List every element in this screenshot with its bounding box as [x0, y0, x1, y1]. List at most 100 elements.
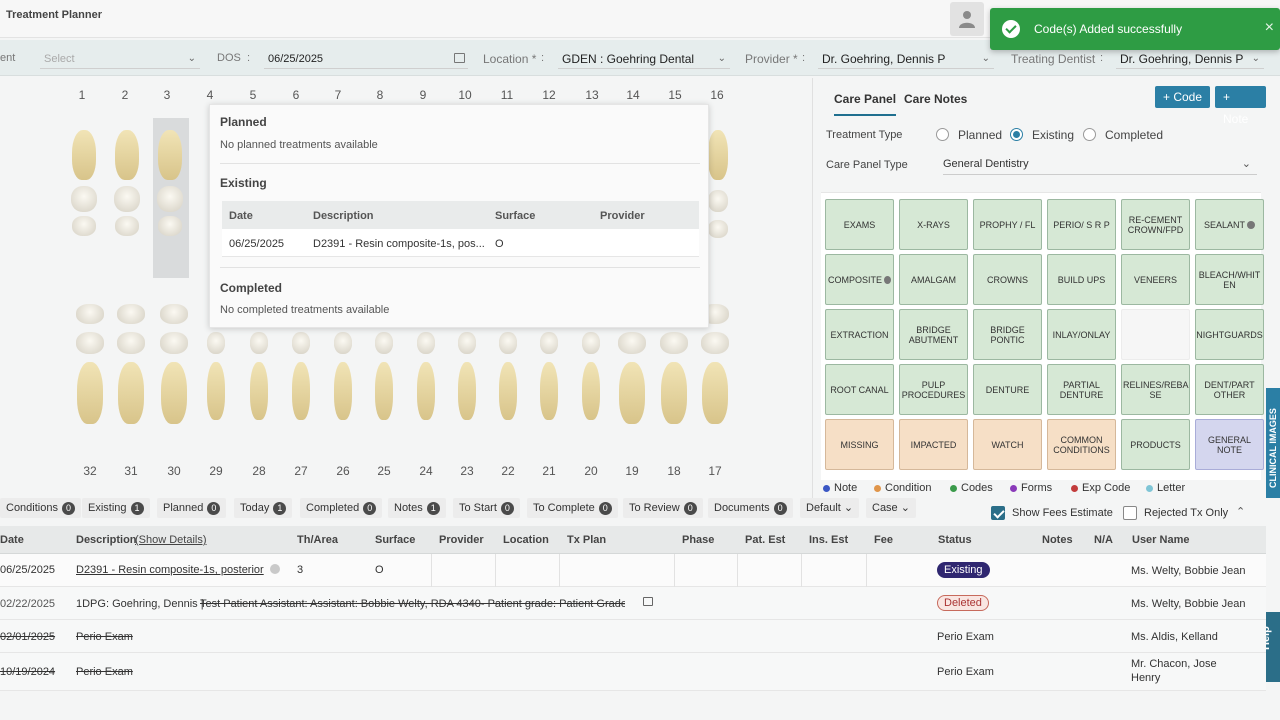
table-row[interactable]: 06/25/2025 D2391 - Resin composite-1s, p… [0, 554, 1266, 587]
care-button-dent-part-other[interactable]: DENT/PART OTHER [1195, 364, 1264, 415]
lower-tooth-root[interactable] [540, 362, 558, 420]
treating-dentist-select[interactable]: Dr. Goehring, Dennis P ⌄ [1116, 49, 1264, 69]
chip-to-review[interactable]: To Review 0 [623, 498, 703, 518]
show-details-link[interactable]: (Show Details) [135, 534, 207, 546]
tooth-number-lower[interactable]: 19 [622, 464, 642, 478]
lower-tooth-crown[interactable] [375, 332, 393, 354]
table-row[interactable]: 02/22/2025 1DPG: Goehring, Dennis | Test… [0, 587, 1266, 620]
upper-tooth-crown[interactable] [115, 216, 139, 236]
lower-tooth-root[interactable] [77, 362, 103, 424]
tooth-number-lower[interactable]: 26 [333, 464, 353, 478]
tooth-number-upper[interactable]: 3 [157, 88, 177, 102]
care-button-build-ups[interactable]: BUILD UPS [1047, 254, 1116, 305]
care-button-x-rays[interactable]: X-RAYS [899, 199, 968, 250]
care-button-bleach-whit-en[interactable]: BLEACH/WHIT EN [1195, 254, 1264, 305]
tooth-number-lower[interactable]: 22 [498, 464, 518, 478]
upper-tooth-root[interactable] [158, 130, 182, 180]
care-button-bridge-abutment[interactable]: BRIDGE ABUTMENT [899, 309, 968, 360]
upper-tooth-crown[interactable] [158, 216, 182, 236]
radio-completed[interactable] [1083, 128, 1096, 141]
tooth-number-lower[interactable]: 20 [581, 464, 601, 478]
upper-tooth-crown[interactable] [157, 186, 183, 212]
lower-tooth-crown[interactable] [334, 332, 352, 354]
care-button-partial-denture[interactable]: PARTIAL DENTURE [1047, 364, 1116, 415]
care-button-composite[interactable]: COMPOSITE [825, 254, 894, 305]
info-icon[interactable] [884, 275, 891, 284]
table-row[interactable]: 10/19/2024 Perio Exam Perio Exam Mr. Cha… [0, 653, 1266, 691]
lower-tooth-root[interactable] [334, 362, 352, 420]
tooth-number-upper[interactable]: 4 [200, 88, 220, 102]
dos-date-input[interactable]: 06/25/2025 [264, 49, 468, 69]
lower-tooth-crown[interactable] [117, 304, 145, 324]
care-button-sealant[interactable]: SEALANT [1195, 199, 1264, 250]
care-button-amalgam[interactable]: AMALGAM [899, 254, 968, 305]
lower-tooth-crown[interactable] [618, 332, 646, 354]
tab-care-notes[interactable]: Care Notes [904, 92, 967, 106]
radio-planned[interactable] [936, 128, 949, 141]
care-panel-type-select[interactable]: General Dentistry ⌄ [943, 153, 1257, 175]
calendar-icon[interactable] [454, 53, 465, 63]
tooth-number-upper[interactable]: 2 [115, 88, 135, 102]
rejected-tx-checkbox[interactable] [1123, 506, 1137, 520]
chip-to-start[interactable]: To Start 0 [453, 498, 520, 518]
care-button-prophy-fl[interactable]: PROPHY / FL [973, 199, 1042, 250]
lower-tooth-root[interactable] [458, 362, 476, 420]
care-button-extraction[interactable]: EXTRACTION [825, 309, 894, 360]
appointment-select[interactable]: Select ⌄ [40, 49, 200, 69]
lower-tooth-crown[interactable] [76, 332, 104, 354]
case-dropdown[interactable]: Case ⌄ [866, 498, 916, 518]
lower-tooth-crown[interactable] [499, 332, 517, 354]
tooth-number-upper[interactable]: 9 [413, 88, 433, 102]
add-code-button[interactable]: + Code [1155, 86, 1211, 108]
show-fees-checkbox[interactable] [991, 506, 1005, 520]
care-button-nightguards[interactable]: NIGHTGUARDS [1195, 309, 1264, 360]
upper-tooth-root[interactable] [115, 130, 139, 180]
lower-tooth-crown[interactable] [117, 332, 145, 354]
care-button-missing[interactable]: MISSING [825, 419, 894, 470]
care-button-perio-s-r-p[interactable]: PERIO/ S R P [1047, 199, 1116, 250]
provider-select[interactable]: Dr. Goehring, Dennis P ⌄ [818, 49, 994, 69]
tooth-number-upper[interactable]: 5 [243, 88, 263, 102]
care-button-pulp-procedures[interactable]: PULP PROCEDURES [899, 364, 968, 415]
chip-completed[interactable]: Completed 0 [300, 498, 383, 518]
tooth-number-upper[interactable]: 12 [539, 88, 559, 102]
care-button-bridge-pontic[interactable]: BRIDGE PONTIC [973, 309, 1042, 360]
tooth-number-lower[interactable]: 17 [705, 464, 725, 478]
care-button-general-note[interactable]: GENERAL NOTE [1195, 419, 1264, 470]
tooth-number-lower[interactable]: 18 [664, 464, 684, 478]
tooth-number-lower[interactable]: 31 [121, 464, 141, 478]
user-avatar[interactable] [950, 2, 984, 36]
lower-tooth-crown[interactable] [76, 304, 104, 324]
radio-existing[interactable] [1010, 128, 1023, 141]
default-dropdown[interactable]: Default ⌄ [800, 498, 860, 518]
chip-planned[interactable]: Planned 0 [157, 498, 227, 518]
lower-tooth-root[interactable] [661, 362, 687, 424]
tooth-number-upper[interactable]: 16 [707, 88, 727, 102]
care-button-exams[interactable]: EXAMS [825, 199, 894, 250]
chip-to-complete[interactable]: To Complete 0 [527, 498, 618, 518]
lower-tooth-crown[interactable] [701, 332, 729, 354]
upper-tooth-crown[interactable] [72, 216, 96, 236]
lower-tooth-crown[interactable] [207, 332, 225, 354]
col-date[interactable]: Date [0, 534, 24, 546]
upper-tooth-root[interactable] [72, 130, 96, 180]
care-button-impacted[interactable]: IMPACTED [899, 419, 968, 470]
location-select[interactable]: GDEN : Goehring Dental ⌄ [558, 49, 730, 69]
tooth-number-upper[interactable]: 15 [665, 88, 685, 102]
upper-tooth-crown[interactable] [708, 220, 728, 238]
care-button-denture[interactable]: DENTURE [973, 364, 1042, 415]
close-icon[interactable]: × [1265, 19, 1274, 37]
care-button-crowns[interactable]: CROWNS [973, 254, 1042, 305]
chip-today[interactable]: Today 1 [234, 498, 293, 518]
lower-tooth-root[interactable] [161, 362, 187, 424]
info-icon[interactable] [270, 564, 280, 574]
care-button-watch[interactable]: WATCH [973, 419, 1042, 470]
tooth-number-lower[interactable]: 29 [206, 464, 226, 478]
table-row[interactable]: 02/01/2025 Perio Exam Perio Exam Ms. Ald… [0, 620, 1266, 653]
tooth-number-lower[interactable]: 30 [164, 464, 184, 478]
lower-tooth-root[interactable] [207, 362, 225, 420]
lower-tooth-root[interactable] [375, 362, 393, 420]
lower-tooth-root[interactable] [250, 362, 268, 420]
tooth-number-lower[interactable]: 21 [539, 464, 559, 478]
tooth-number-lower[interactable]: 25 [374, 464, 394, 478]
